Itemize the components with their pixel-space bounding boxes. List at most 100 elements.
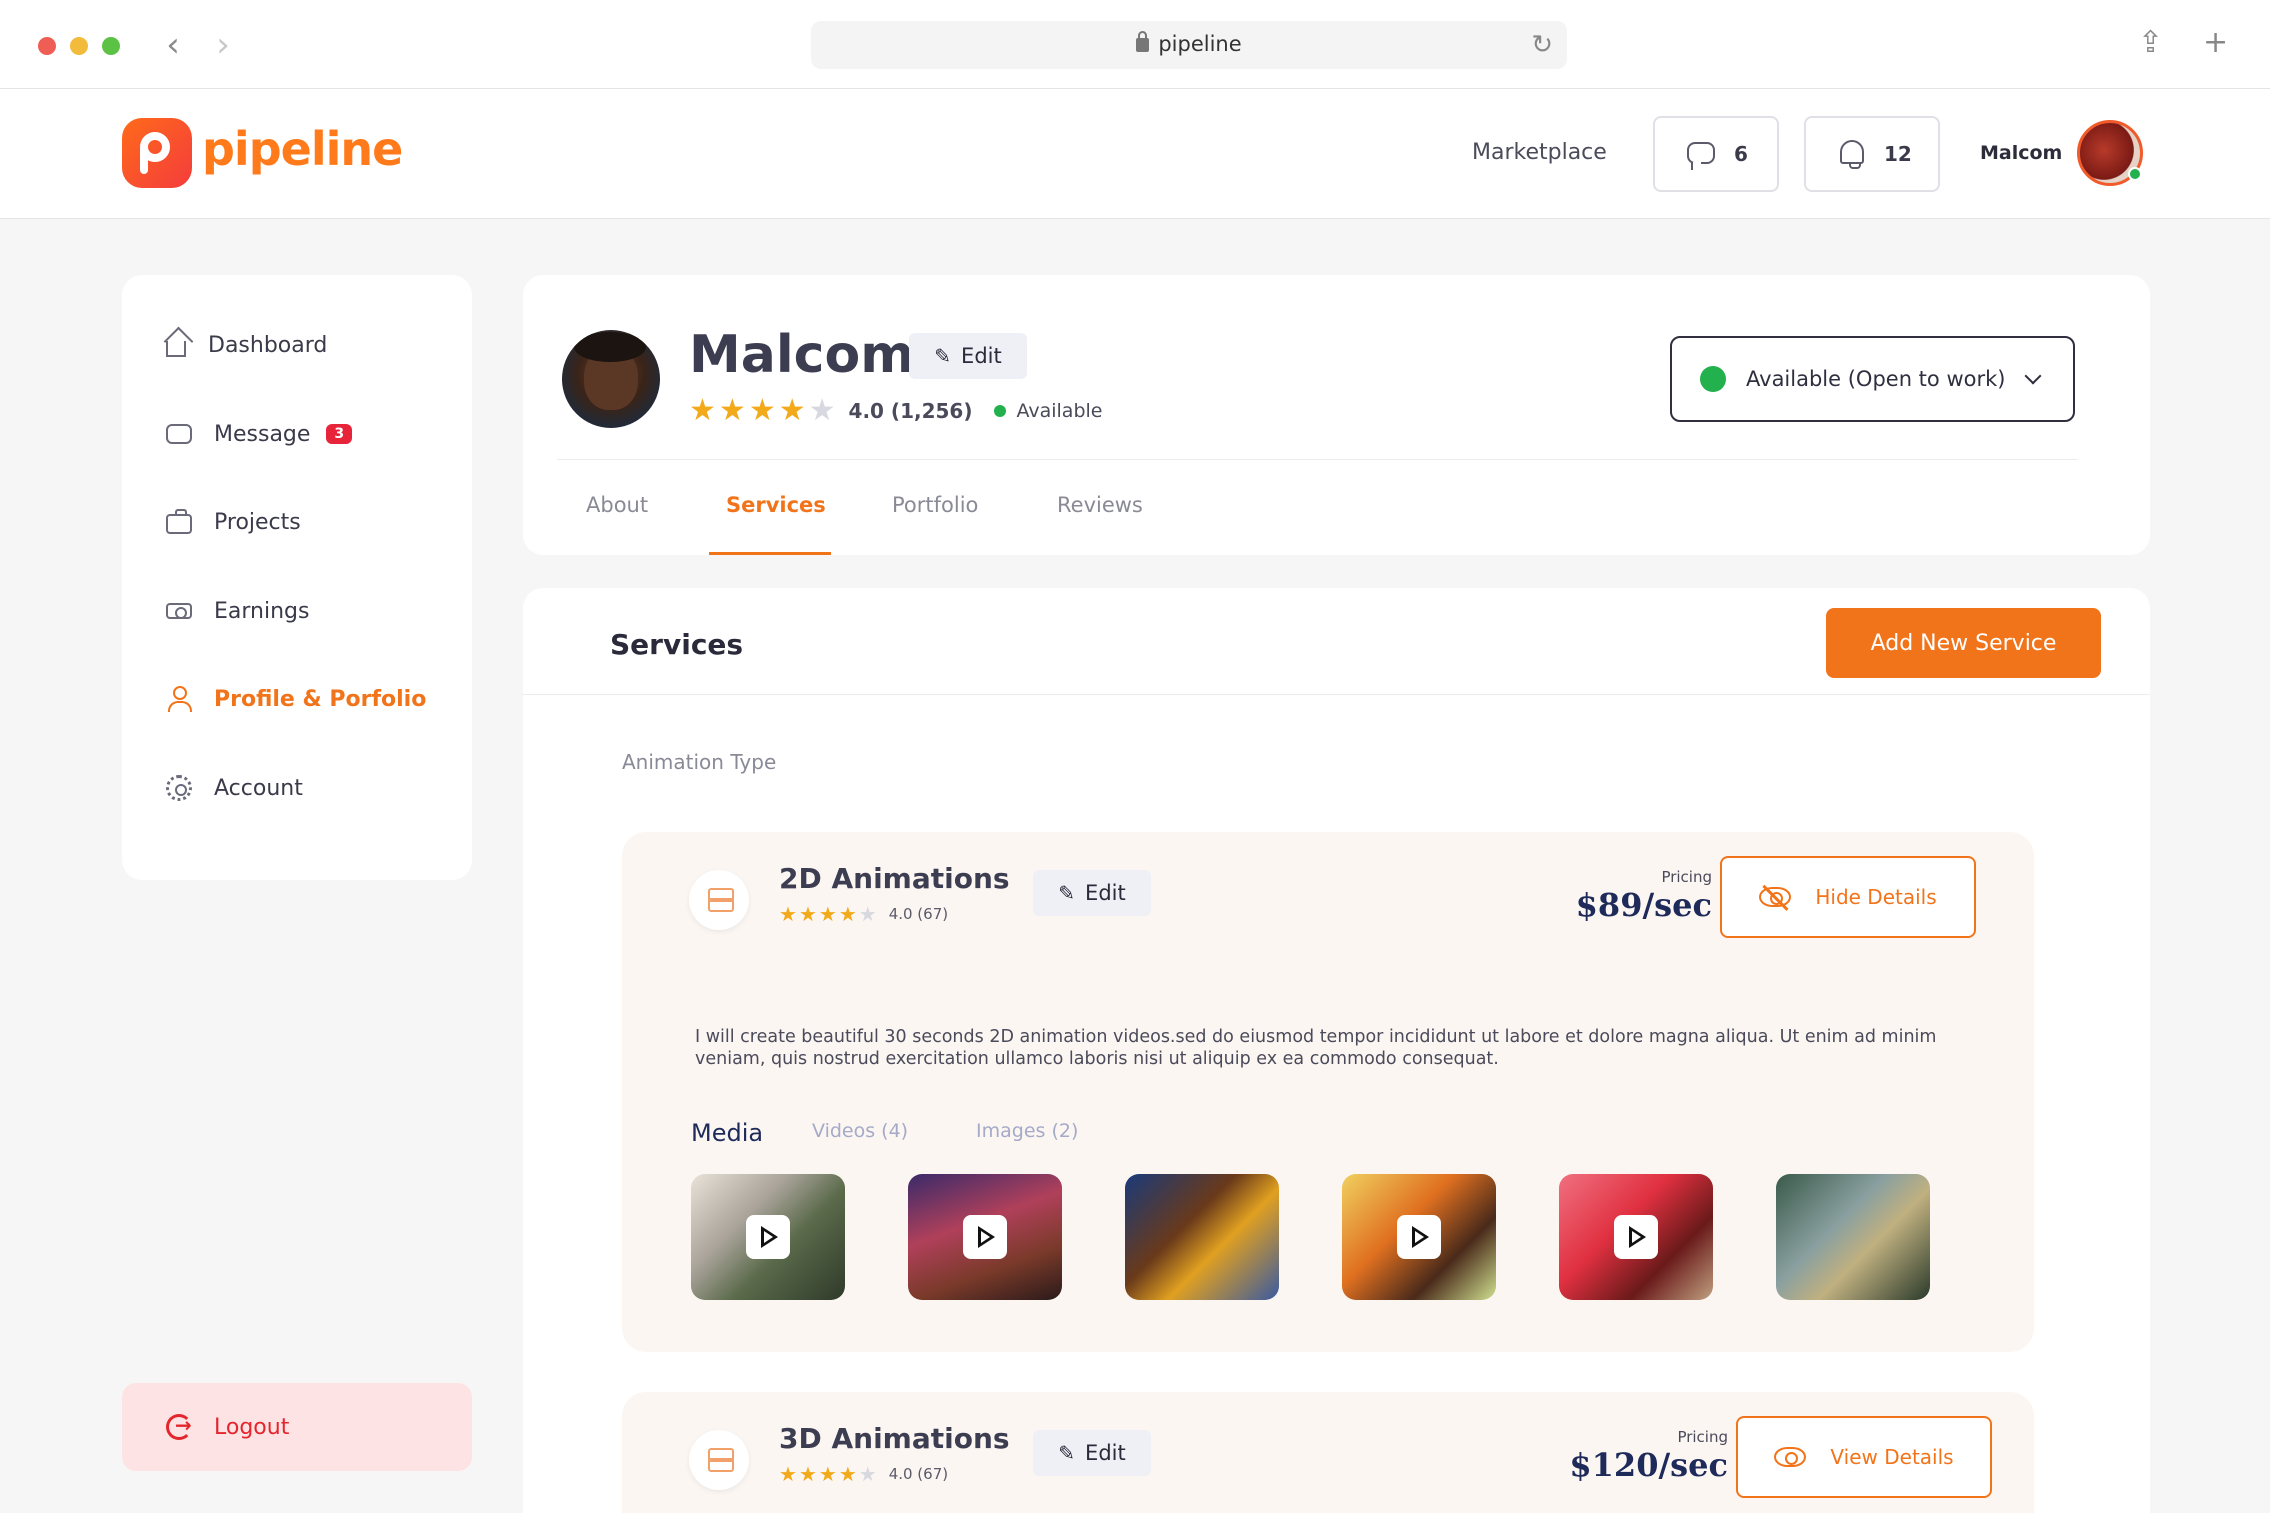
tab-about[interactable]: About [586,493,648,517]
sidebar-item-dashboard[interactable]: Dashboard [166,325,327,365]
user-icon [166,686,192,712]
availability-text: Available [1016,399,1103,422]
edit-service-button[interactable]: ✎ Edit [1033,1430,1151,1476]
sidebar-item-profile[interactable]: Profile & Porfolio [166,679,426,719]
service-card-2d: 2D Animations ★ ★ ★ ★ ★ 4.0 (67) ✎ Edit … [622,832,2034,1352]
star-empty-icon: ★ [858,1462,877,1486]
tab-portfolio[interactable]: Portfolio [892,493,978,517]
eye-icon [1774,1447,1807,1467]
logo-icon[interactable] [122,118,192,188]
minimize-window-button[interactable] [70,37,88,55]
image-thumbnail[interactable] [1776,1174,1930,1300]
tab-videos[interactable]: Videos (4) [812,1120,908,1142]
layers-icon [689,870,749,930]
edit-label: Edit [1085,1441,1126,1465]
notifications-button[interactable]: 12 [1804,116,1940,192]
tab-services[interactable]: Services [726,493,826,517]
avatar[interactable] [2077,120,2143,186]
availability-select-value: Available (Open to work) [1746,367,2006,391]
hide-details-button[interactable]: Hide Details [1720,856,1976,938]
logout-button[interactable]: Logout [122,1383,472,1471]
play-icon [1614,1215,1658,1259]
edit-label: Edit [961,344,1002,368]
play-icon [963,1215,1007,1259]
service-rating: ★ ★ ★ ★ ★ 4.0 (67) [779,902,948,926]
messages-button[interactable]: 6 [1653,116,1779,192]
chevron-down-icon [2024,367,2042,385]
chevron-right-icon[interactable]: › [208,26,238,66]
briefcase-icon [166,509,192,534]
rating-value: 4.0 (1,256) [848,398,973,423]
image-thumbnail[interactable] [1125,1174,1279,1300]
sidebar-item-label: Profile & Porfolio [214,686,427,712]
star-empty-icon: ★ [858,902,877,926]
video-thumbnail[interactable] [1559,1174,1713,1300]
star-icon: ★ [838,902,857,926]
star-icon: ★ [818,902,837,926]
star-icon: ★ [798,1462,817,1486]
logo-text[interactable]: pipeline [202,122,403,176]
sidebar: Dashboard Message 3 Projects Earnings Pr… [122,275,472,880]
lock-icon [1136,31,1150,52]
play-icon [746,1215,790,1259]
notifications-count: 12 [1884,142,1912,166]
sidebar-item-label: Earnings [214,598,310,624]
home-icon [166,341,186,357]
service-price: $89/sec [1575,886,1712,924]
star-icon: ★ [798,902,817,926]
tab-reviews[interactable]: Reviews [1057,493,1143,517]
details-button-label: View Details [1830,1445,1954,1469]
eye-off-icon [1759,887,1792,907]
marketplace-link[interactable]: Marketplace [1472,140,1607,165]
app-header: pipeline Marketplace 6 12 Malcom [0,89,2270,219]
section-label: Animation Type [622,750,777,774]
service-rating-value: 4.0 (67) [888,1465,949,1483]
profile-avatar [562,330,660,428]
service-rating: ★ ★ ★ ★ ★ 4.0 (67) [779,1462,948,1486]
chevron-left-icon[interactable]: ‹ [158,26,188,66]
sidebar-item-account[interactable]: Account [166,768,303,808]
logout-label: Logout [214,1414,290,1440]
sidebar-item-label: Message [214,421,311,447]
sidebar-item-earnings[interactable]: Earnings [166,591,309,631]
divider [523,694,2150,695]
share-icon[interactable]: ⇪ [2138,25,2163,60]
tab-images[interactable]: Images (2) [976,1120,1078,1142]
sidebar-item-label: Account [214,775,303,801]
url-text: pipeline [1158,32,1242,56]
close-window-button[interactable] [38,37,56,55]
message-icon [166,424,192,444]
pencil-icon: ✎ [934,344,952,368]
sidebar-item-projects[interactable]: Projects [166,502,301,542]
edit-service-button[interactable]: ✎ Edit [1033,870,1151,916]
edit-profile-button[interactable]: ✎ Edit [909,333,1027,379]
new-tab-icon[interactable]: + [2203,25,2228,60]
video-thumbnail[interactable] [908,1174,1062,1300]
reload-icon[interactable]: ↻ [1531,30,1553,60]
pricing-label: Pricing [1677,1428,1728,1446]
layers-icon [689,1430,749,1490]
divider [557,459,2078,460]
sidebar-item-message[interactable]: Message 3 [166,414,353,454]
star-icon: ★ [818,1462,837,1486]
pricing-label: Pricing [1661,868,1712,886]
star-icon: ★ [718,393,746,428]
star-icon: ★ [778,393,806,428]
availability-select[interactable]: Available (Open to work) [1670,336,2075,422]
add-new-service-button[interactable]: Add New Service [1826,608,2101,678]
star-icon: ★ [779,1462,797,1486]
video-thumbnail[interactable] [691,1174,845,1300]
view-details-button[interactable]: View Details [1736,1416,1992,1498]
service-name: 2D Animations [779,862,1010,895]
header-user-name[interactable]: Malcom [1980,142,2062,164]
address-bar[interactable]: pipeline ↻ [811,21,1567,69]
sidebar-item-label: Projects [214,509,301,535]
bell-icon [1840,140,1864,169]
logout-icon [166,1413,192,1440]
maximize-window-button[interactable] [102,37,120,55]
service-description: I will create beautiful 30 seconds 2D an… [695,1027,1937,1069]
video-thumbnail[interactable] [1342,1174,1496,1300]
browser-toolbar: ‹ › pipeline ↻ ⇪ + [0,0,2270,89]
sidebar-item-label: Dashboard [208,332,328,358]
chat-icon [1687,142,1715,170]
